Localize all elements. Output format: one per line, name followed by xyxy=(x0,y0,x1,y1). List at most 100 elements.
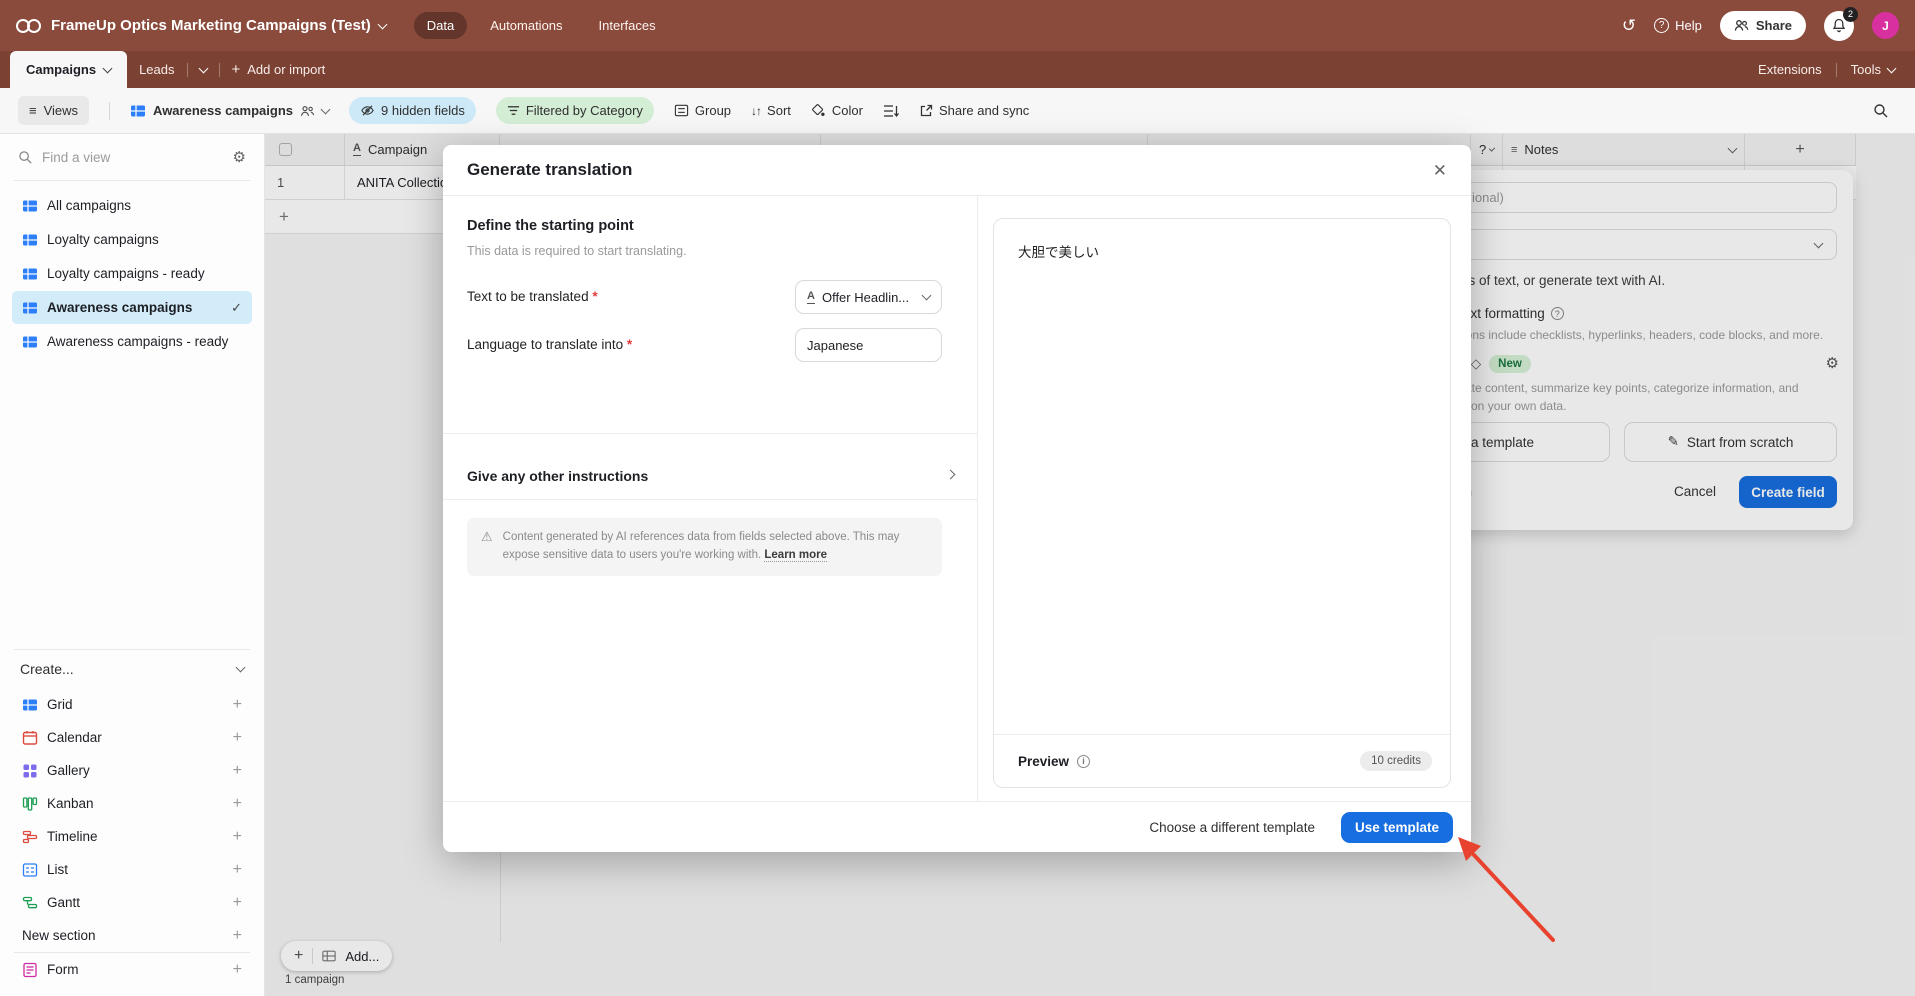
group-button[interactable]: Group xyxy=(674,103,731,118)
sidebar-view-awareness-campaigns-ready[interactable]: Awareness campaigns - ready xyxy=(12,325,252,358)
create-grid[interactable]: Grid+ xyxy=(12,688,252,721)
nav-tab-automations[interactable]: Automations xyxy=(477,12,575,39)
table-tabs-bar: Campaigns Leads + Add or import Extensio… xyxy=(0,51,1915,88)
plus-icon[interactable]: + xyxy=(233,729,242,747)
plus-icon[interactable]: + xyxy=(233,927,242,945)
section-title: Define the starting point xyxy=(467,218,634,234)
choose-different-template-button[interactable]: Choose a different template xyxy=(1149,820,1315,835)
history-icon[interactable]: ↺ xyxy=(1622,16,1636,36)
preview-footer: Preview i 10 credits xyxy=(994,734,1450,787)
bell-icon xyxy=(1832,18,1846,33)
share-label: Share xyxy=(1756,18,1792,33)
plus-icon[interactable]: + xyxy=(233,894,242,912)
chevron-down-icon xyxy=(321,104,331,114)
credits-badge: 10 credits xyxy=(1360,751,1432,771)
sort-icon: ↓↑ xyxy=(751,104,761,118)
tab-campaigns-label: Campaigns xyxy=(26,62,96,77)
check-icon: ✓ xyxy=(231,300,242,316)
preview-content: 大胆で美しい xyxy=(1018,241,1099,261)
tools-button[interactable]: Tools xyxy=(1851,51,1895,88)
info-circle-icon[interactable]: i xyxy=(1077,755,1090,768)
hidden-fields-button[interactable]: 9 hidden fields xyxy=(349,97,476,124)
other-instructions-row[interactable]: Give any other instructions xyxy=(467,453,954,499)
views-button[interactable]: ≡ Views xyxy=(18,96,89,125)
avatar[interactable]: J xyxy=(1872,12,1899,39)
create-title: Create... xyxy=(20,661,74,677)
sidebar-view-loyalty-campaigns-ready[interactable]: Loyalty campaigns - ready xyxy=(12,257,252,290)
share-button[interactable]: Share xyxy=(1720,11,1806,40)
text-field-dropdown[interactable]: A Offer Headlin... xyxy=(795,280,942,314)
language-field xyxy=(795,328,942,362)
search-button[interactable] xyxy=(1873,103,1889,119)
tab-leads-label: Leads xyxy=(139,62,174,77)
warning-text-body: Content generated by AI references data … xyxy=(503,531,900,561)
create-section-header[interactable]: Create... xyxy=(12,650,252,688)
label-text: Text to be translated xyxy=(467,289,589,304)
color-button[interactable]: Color xyxy=(811,103,863,118)
notifications-button[interactable]: 2 xyxy=(1824,11,1854,41)
sidebar-view-awareness-campaigns[interactable]: Awareness campaigns ✓ xyxy=(12,291,252,324)
sidebar-view-all-campaigns[interactable]: All campaigns xyxy=(12,189,252,222)
plus-icon[interactable]: + xyxy=(233,762,242,780)
language-input[interactable] xyxy=(807,338,930,353)
extensions-button[interactable]: Extensions xyxy=(1758,51,1822,88)
timeline-icon xyxy=(22,829,38,845)
find-view-input[interactable] xyxy=(42,150,224,165)
close-icon[interactable]: ✕ xyxy=(1433,162,1447,179)
gear-icon[interactable]: ⚙ xyxy=(233,148,246,166)
required-marker: * xyxy=(592,289,597,304)
views-label: Views xyxy=(44,103,78,118)
create-calendar[interactable]: Calendar+ xyxy=(12,721,252,754)
learn-more-link[interactable]: Learn more xyxy=(764,549,827,562)
modal-left-pane: Define the starting point This data is r… xyxy=(443,196,978,801)
chevron-down-icon xyxy=(198,63,208,73)
view-label: Loyalty campaigns - ready xyxy=(47,266,205,281)
create-label: Timeline xyxy=(47,829,98,844)
share-and-sync-label: Share and sync xyxy=(939,103,1029,118)
create-gantt[interactable]: Gantt+ xyxy=(12,886,252,919)
grid-view-icon xyxy=(22,300,38,316)
plus-icon[interactable]: + xyxy=(233,861,242,879)
language-field-label: Language to translate into * xyxy=(467,337,632,352)
share-and-sync-button[interactable]: Share and sync xyxy=(919,103,1029,118)
hamburger-icon: ≡ xyxy=(29,103,37,118)
help-button[interactable]: ? Help xyxy=(1654,18,1702,33)
new-section-label: New section xyxy=(22,928,96,943)
create-timeline[interactable]: Timeline + xyxy=(12,820,252,853)
create-gallery[interactable]: Gallery+ xyxy=(12,754,252,787)
filter-button[interactable]: Filtered by Category xyxy=(496,97,654,124)
add-or-import-button[interactable]: + Add or import xyxy=(220,51,338,88)
plus-icon[interactable]: + xyxy=(233,795,242,813)
view-switcher[interactable]: Awareness campaigns xyxy=(130,103,329,119)
view-label: Awareness campaigns xyxy=(47,300,192,315)
nav-tab-data[interactable]: Data xyxy=(414,12,467,39)
create-new-section[interactable]: New section + xyxy=(12,919,252,952)
notification-badge: 2 xyxy=(1843,7,1858,22)
base-title[interactable]: FrameUp Optics Marketing Campaigns (Test… xyxy=(51,17,386,34)
row-height-icon xyxy=(883,104,899,118)
row-height-button[interactable] xyxy=(883,104,899,118)
plus-icon[interactable]: + xyxy=(233,696,242,714)
create-label: Kanban xyxy=(47,796,94,811)
tab-leads[interactable]: Leads xyxy=(127,51,186,88)
tools-label: Tools xyxy=(1851,62,1881,77)
eye-off-icon xyxy=(360,103,375,118)
nav-tab-interfaces[interactable]: Interfaces xyxy=(586,12,669,39)
plus-icon[interactable]: + xyxy=(233,961,242,979)
gallery-icon xyxy=(22,763,38,779)
warning-icon: ⚠ xyxy=(481,529,493,565)
create-form[interactable]: Form+ xyxy=(12,953,252,986)
sidebar-view-loyalty-campaigns[interactable]: Loyalty campaigns xyxy=(12,223,252,256)
chevron-down-icon xyxy=(103,63,113,73)
sort-button[interactable]: ↓↑ Sort xyxy=(751,103,791,118)
plus-icon[interactable]: + xyxy=(233,828,242,846)
tab-campaigns[interactable]: Campaigns xyxy=(10,51,127,88)
use-template-button[interactable]: Use template xyxy=(1341,812,1453,843)
filter-label: Filtered by Category xyxy=(526,103,643,118)
create-kanban[interactable]: Kanban + xyxy=(12,787,252,820)
tables-dropdown[interactable] xyxy=(188,51,219,88)
create-list[interactable]: List+ xyxy=(12,853,252,886)
chevron-down-icon xyxy=(377,19,387,29)
grid-view-icon xyxy=(22,334,38,350)
add-or-import-label: Add or import xyxy=(247,62,325,77)
